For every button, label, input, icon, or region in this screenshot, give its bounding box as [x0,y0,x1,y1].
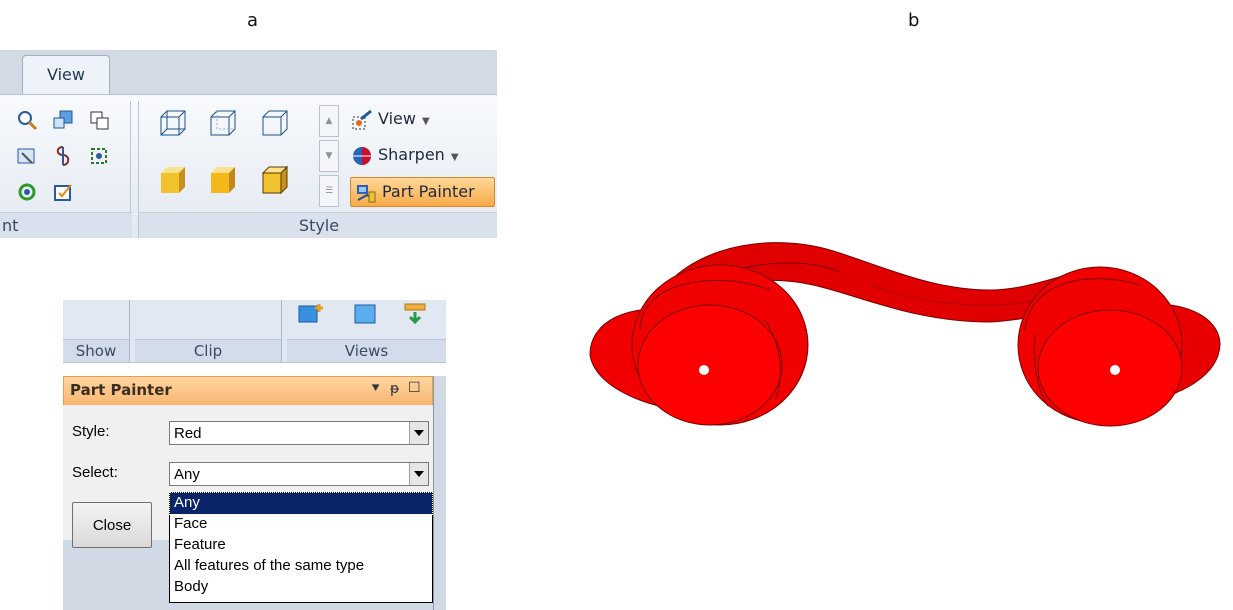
style-gallery-scroll[interactable]: ▲ ▼ ☰ [319,105,339,207]
rotate-icon[interactable] [52,145,74,167]
shaded-smooth-cube-icon[interactable] [205,163,239,197]
view-window-icon[interactable] [353,304,377,324]
right-earcup-hole [1110,365,1120,375]
chevron-down-icon: ▼ [450,152,459,163]
tab-view[interactable]: View [22,55,110,98]
close-button[interactable]: Close [72,502,152,548]
select-icon[interactable] [52,181,74,203]
zoom-area-icon[interactable] [52,109,74,131]
hidden-lines-cube-icon[interactable] [205,107,239,141]
zoom-icon[interactable] [16,109,38,131]
part-painter-label: Part Painter [382,182,475,201]
ribbon: View nt ▲ ▼ ☰ View ▼ Sharpen ▼ Part Pain… [0,50,497,238]
fit-icon[interactable] [88,109,110,131]
dropdown-option[interactable]: Any [169,492,433,515]
pan-icon[interactable] [16,145,38,167]
pin-icon[interactable]: ᵽ [390,381,399,397]
select-filter-select[interactable]: Any [169,462,429,486]
group-caption-show: Show [63,339,129,362]
dropdown-option[interactable]: Feature [170,535,432,556]
dropdown-option[interactable]: Body [170,577,432,598]
part-painter-button[interactable]: Part Painter [350,177,495,207]
visible-edges-cube-icon[interactable] [257,107,291,141]
refresh-icon[interactable] [16,181,38,203]
dropdown-option[interactable]: Face [170,514,432,535]
part-painter-icon [357,184,376,202]
spin-about-icon[interactable] [88,145,110,167]
dropdown-option[interactable]: All features of the same type [170,556,432,577]
chevron-down-icon: ▼ [421,116,430,127]
group-caption-views: Views [287,339,446,362]
shaded-edges-cube-icon[interactable] [257,163,291,197]
panel-label-a: a [247,10,259,31]
ribbon-group-views: Views [287,300,446,362]
red-headset-model [589,242,1221,427]
select-dropdown-list[interactable]: Any Face Feature All features of the sam… [169,492,433,603]
panel-label-b: b [908,10,920,31]
ribbon-tab-strip: View [0,50,497,98]
dropdown-menu-icon[interactable]: ⯆ [370,381,381,397]
ribbon-group-style: ▲ ▼ ☰ View ▼ Sharpen ▼ Part Painter Style [138,101,497,238]
ribbon-group-show: Show [63,300,130,362]
gallery-expand-icon[interactable]: ☰ [319,175,339,207]
select-filter-value: Any [174,466,200,483]
chevron-down-icon[interactable] [409,422,428,444]
scroll-up-icon[interactable]: ▲ [319,105,339,137]
ribbon-group-left: nt [0,101,132,238]
sharpen-icon [352,146,372,165]
left-earcup-hole [699,365,709,375]
views-ribbon-strip: Show Clip Views [63,300,446,363]
maximize-icon[interactable]: ☐ [408,380,421,396]
view-icon [352,109,372,129]
select-label: Select: [72,464,118,481]
new-view-icon[interactable] [297,302,325,324]
view-label: View [378,109,416,128]
ribbon-group-clip: Clip [135,300,282,362]
ribbon-group-caption-left: nt [0,212,132,238]
ribbon-group-caption-style: Style [139,212,497,238]
panel-scroll-edge [433,376,446,610]
view-dropdown-button[interactable]: View ▼ [351,105,430,133]
shaded-cube-icon[interactable] [155,163,189,197]
style-select-value: Red [174,425,202,442]
part-painter-header: Part Painter ⯆ ᵽ ☐ [63,376,433,406]
chevron-down-icon[interactable] [409,463,428,485]
restore-view-icon[interactable] [403,302,427,324]
part-painter-title: Part Painter [70,381,172,399]
sharpen-label: Sharpen [378,145,445,164]
sharpen-dropdown-button[interactable]: Sharpen ▼ [351,141,459,169]
group-caption-clip: Clip [135,339,281,362]
style-label: Style: [72,423,110,440]
scroll-down-icon[interactable]: ▼ [319,140,339,172]
wireframe-cube-icon[interactable] [155,107,189,141]
style-select[interactable]: Red [169,421,429,445]
ribbon-body: nt ▲ ▼ ☰ View ▼ Sharpen ▼ Part Painter S… [0,94,497,238]
